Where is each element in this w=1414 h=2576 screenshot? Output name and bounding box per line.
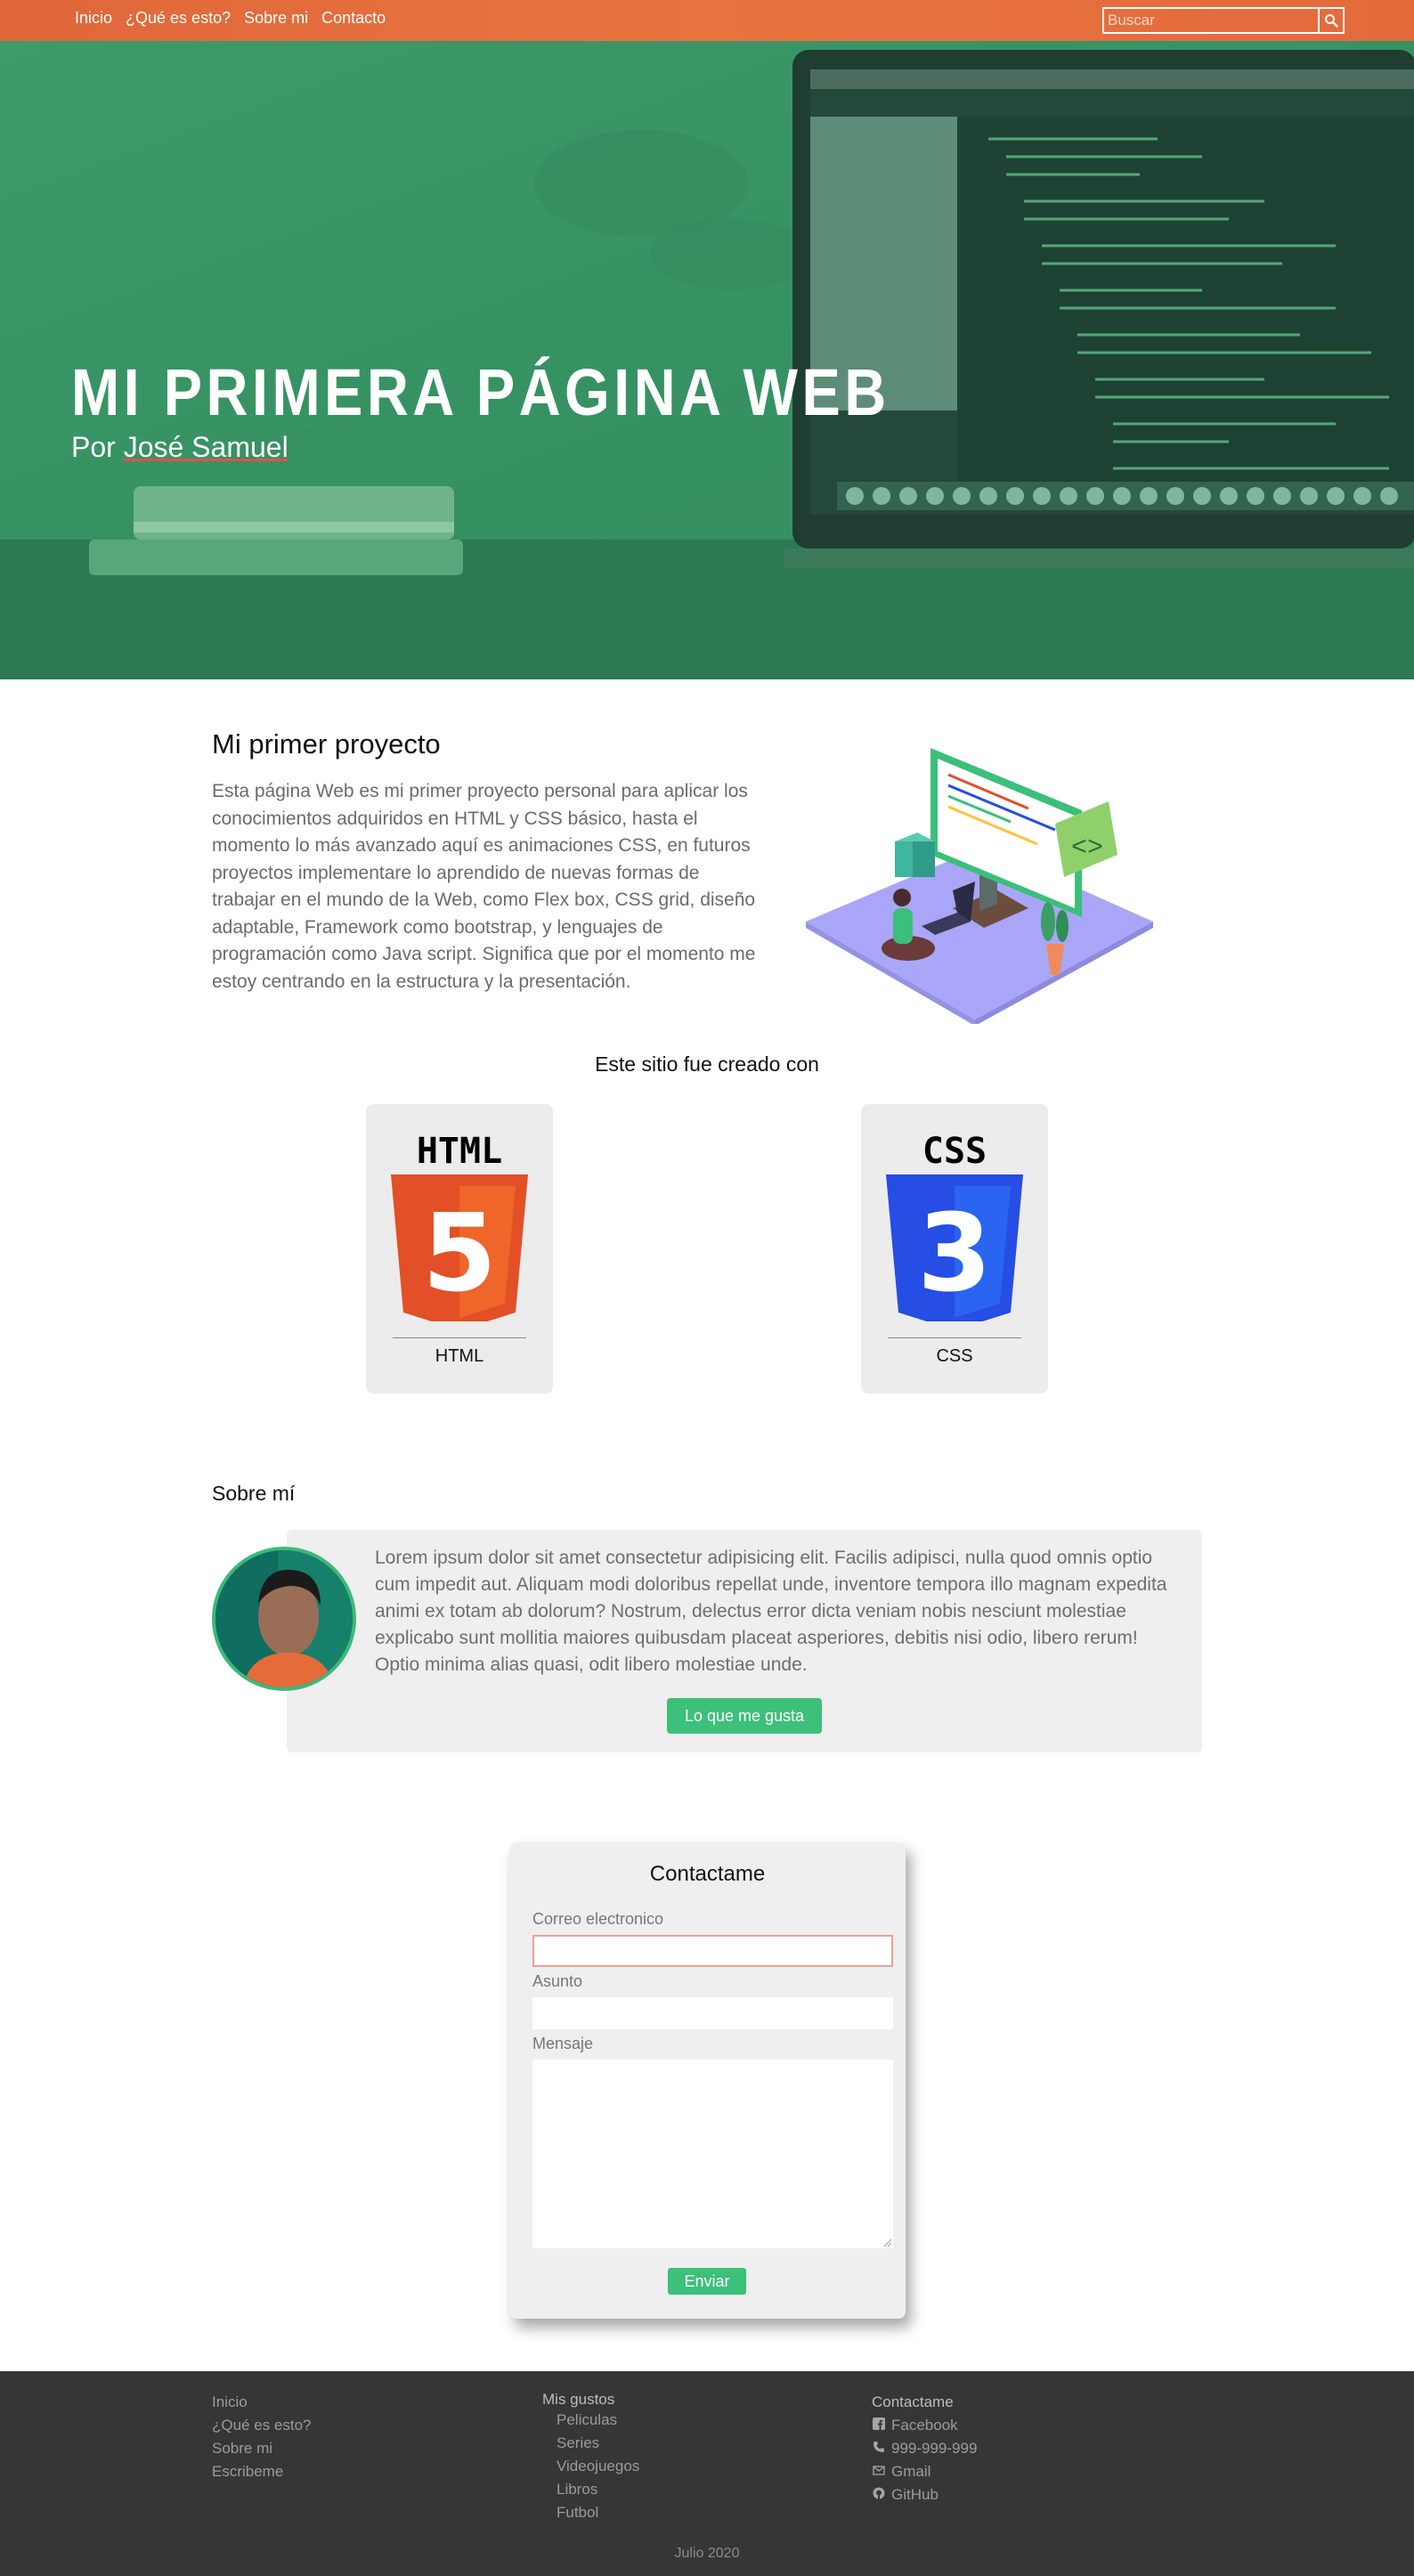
css-logo-text: CSS xyxy=(922,1131,987,1172)
footer: Inicio ¿Qué es esto? Sobre mi Escribeme … xyxy=(0,2371,1414,2576)
svg-text:<>: <> xyxy=(1071,833,1103,864)
footer-link-que-es-esto[interactable]: ¿Qué es esto? xyxy=(212,2414,312,2437)
html-card-label: HTML xyxy=(435,1346,484,1366)
footer-contact-facebook[interactable]: Facebook xyxy=(872,2414,977,2437)
email-label: Correo electronico xyxy=(532,1910,664,1928)
hero-banner: MI PRIMERA PÁGINA WEB Por José Samuel xyxy=(0,41,1414,679)
footer-date: Julio 2020 xyxy=(674,2546,740,2561)
about-text: Lorem ipsum dolor sit amet consectetur a… xyxy=(375,1548,1167,1675)
hero-author: José Samuel xyxy=(123,431,288,463)
subject-label: Asunto xyxy=(532,1972,583,1990)
footer-like-item[interactable]: Peliculas xyxy=(542,2409,639,2432)
footer-like-item[interactable]: Futbol xyxy=(542,2501,639,2524)
footer-like-item[interactable]: Videojuegos xyxy=(542,2455,639,2478)
css-card-label: CSS xyxy=(936,1346,973,1366)
likes-button[interactable]: Lo que me gusta xyxy=(667,1698,822,1734)
nav-link-inicio[interactable]: Inicio xyxy=(75,9,112,28)
footer-contact: Contactame Facebook 999-999-999 Gmail Gi… xyxy=(872,2391,977,2507)
html-logo-text: HTML xyxy=(417,1131,502,1172)
footer-nav: Inicio ¿Qué es esto? Sobre mi Escribeme xyxy=(212,2391,312,2483)
nav-link-que-es-esto[interactable]: ¿Qué es esto? xyxy=(126,9,231,28)
footer-contact-facebook-label: Facebook xyxy=(891,2417,958,2434)
about-title: Sobre mí xyxy=(212,1482,296,1505)
css-logo-number: 3 xyxy=(917,1192,992,1316)
project-title: Mi primer proyecto xyxy=(212,728,441,760)
nav-link-contacto[interactable]: Contacto xyxy=(321,9,386,28)
message-field[interactable] xyxy=(532,2060,893,2248)
hero-title: MI PRIMERA PÁGINA WEB xyxy=(71,355,890,429)
hero-subtitle: Por José Samuel xyxy=(71,431,288,464)
subject-field[interactable] xyxy=(532,1997,893,2029)
email-field[interactable] xyxy=(532,1935,893,1967)
search-input[interactable] xyxy=(1102,7,1320,34)
footer-like-item[interactable]: Libros xyxy=(542,2478,639,2501)
html5-logo-icon: HTML 5 xyxy=(391,1131,528,1321)
profile-photo xyxy=(215,1550,353,1687)
footer-like-item[interactable]: Series xyxy=(542,2432,639,2455)
footer-link-sobre-mi[interactable]: Sobre mi xyxy=(212,2437,312,2460)
github-icon xyxy=(873,2487,885,2499)
footer-contact-gmail-label: Gmail xyxy=(891,2463,931,2480)
html-logo-number: 5 xyxy=(422,1192,497,1316)
footer-link-inicio[interactable]: Inicio xyxy=(212,2391,312,2414)
html-card: HTML 5 HTML xyxy=(366,1104,553,1394)
nav-link-sobre-mi[interactable]: Sobre mi xyxy=(244,9,308,28)
footer-contact-github[interactable]: GitHub xyxy=(872,2483,977,2507)
css3-logo-icon: CSS 3 xyxy=(886,1131,1023,1321)
top-navbar: Inicio ¿Qué es esto? Sobre mi Contacto xyxy=(0,0,1414,41)
footer-likes-title: Mis gustos xyxy=(542,2391,615,2408)
phone-icon xyxy=(874,2442,884,2452)
card-divider xyxy=(888,1337,1021,1338)
card-divider xyxy=(393,1337,526,1338)
search-form xyxy=(1102,7,1345,34)
avatar xyxy=(212,1547,356,1691)
nav-links: Inicio ¿Qué es esto? Sobre mi Contacto xyxy=(75,9,386,28)
contact-title: Contactame xyxy=(649,1862,766,1886)
tech-heading: Este sitio fue creado con xyxy=(595,1052,819,1076)
footer-contact-github-label: GitHub xyxy=(891,2486,939,2503)
search-button[interactable] xyxy=(1320,7,1345,34)
footer-likes: Mis gustos Peliculas Series Videojuegos … xyxy=(542,2391,639,2524)
footer-contact-title: Contactame xyxy=(872,2393,954,2410)
footer-contact-phone[interactable]: 999-999-999 xyxy=(872,2437,977,2460)
send-button[interactable]: Enviar xyxy=(668,2268,746,2295)
facebook-icon xyxy=(873,2418,885,2430)
hero-subtitle-prefix: Por xyxy=(71,431,124,463)
footer-contact-gmail[interactable]: Gmail xyxy=(872,2460,977,2483)
project-description: Esta página Web es mi primer proyecto pe… xyxy=(212,781,756,992)
footer-link-escribeme[interactable]: Escribeme xyxy=(212,2460,312,2483)
search-icon xyxy=(1325,14,1338,28)
mail-icon xyxy=(873,2466,885,2475)
developer-illustration: <> xyxy=(806,748,1153,1024)
css-card: CSS 3 CSS xyxy=(861,1104,1048,1394)
message-label: Mensaje xyxy=(532,2035,594,2052)
contact-form: Contactame Correo electronico Asunto Men… xyxy=(509,1842,906,2319)
footer-contact-phone-label: 999-999-999 xyxy=(891,2440,978,2457)
resize-handle-icon[interactable] xyxy=(883,2239,892,2247)
